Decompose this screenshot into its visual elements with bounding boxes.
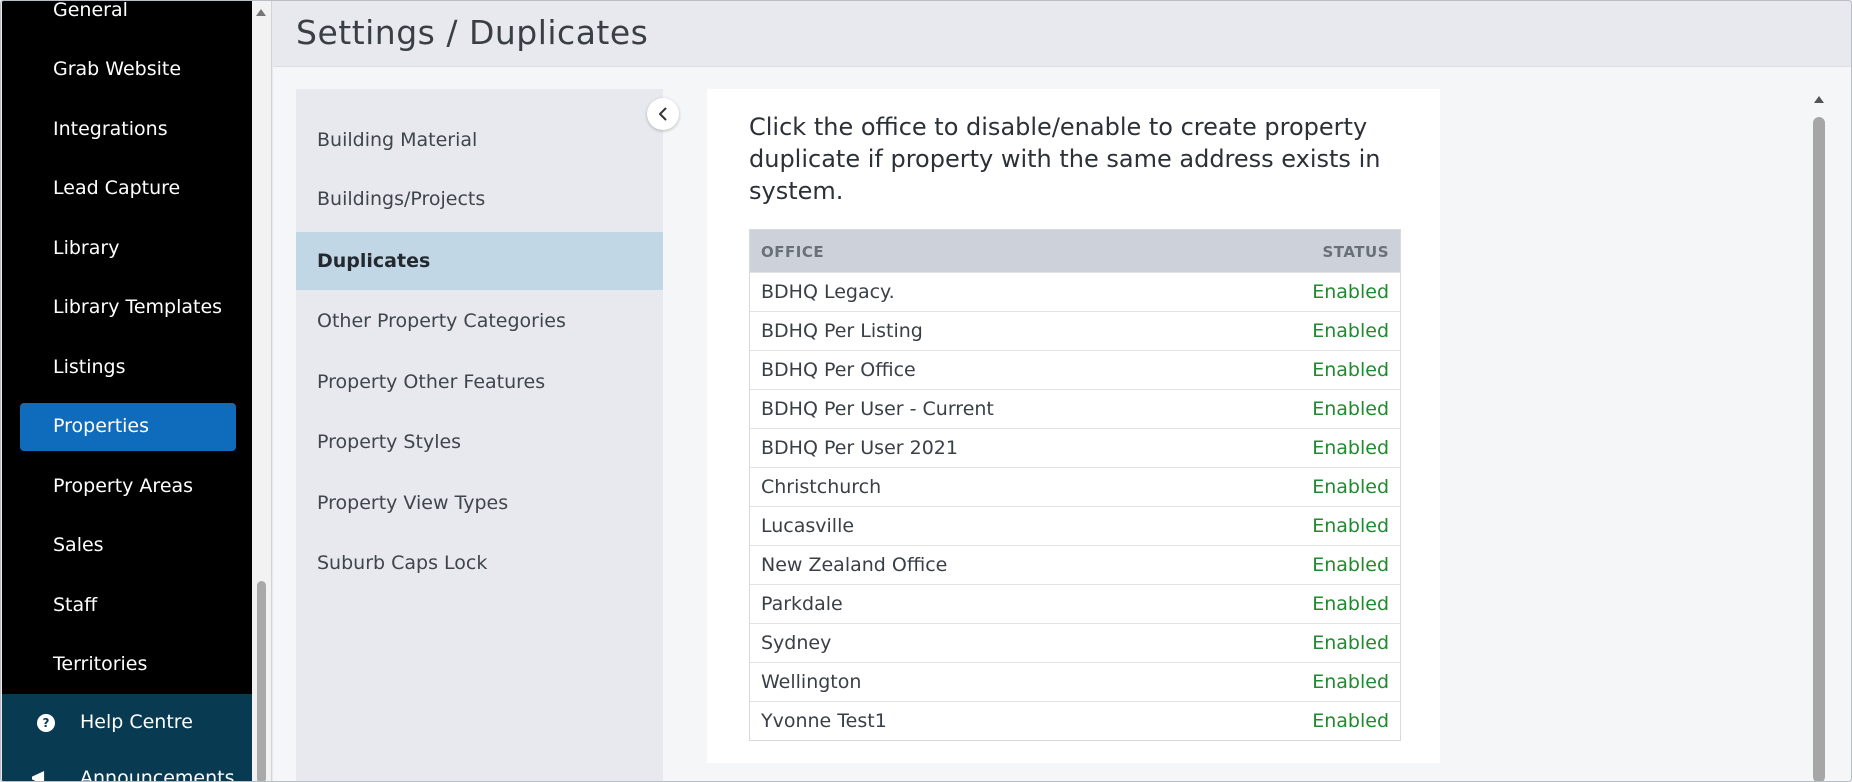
office-name: Christchurch — [761, 476, 882, 498]
submenu-item-label: Building Material — [317, 129, 478, 151]
duplicates-description: Click the office to disable/enable to cr… — [749, 113, 1381, 205]
office-name: Lucasville — [761, 515, 855, 537]
chevron-left-icon — [659, 107, 667, 121]
status-value[interactable]: Enabled — [1312, 437, 1389, 459]
status-value[interactable]: Enabled — [1312, 554, 1389, 576]
status-value[interactable]: Enabled — [1312, 359, 1389, 381]
office-name: BDHQ Per User - Current — [761, 398, 994, 420]
nav-item-listings[interactable]: Listings — [53, 356, 126, 378]
submenu-item-buildings-projects[interactable]: Buildings/Projects — [296, 170, 663, 228]
page-header: Settings / Duplicates — [273, 1, 1851, 67]
submenu-item-building-material[interactable]: Building Material — [296, 111, 663, 169]
help-centre-link[interactable]: Help Centre — [80, 711, 193, 733]
table-row[interactable]: Lucasville Enabled — [750, 506, 1400, 545]
office-column-header: OFFICE — [761, 243, 825, 261]
office-name: BDHQ Legacy. — [761, 281, 895, 303]
scroll-up-arrow-icon[interactable] — [1814, 96, 1824, 103]
office-name: Parkdale — [761, 593, 843, 615]
office-name: Wellington — [761, 671, 862, 693]
table-row[interactable]: New Zealand Office Enabled — [750, 545, 1400, 584]
submenu-item-label: Other Property Categories — [317, 310, 566, 332]
table-row[interactable]: BDHQ Per User 2021 Enabled — [750, 428, 1400, 467]
table-row[interactable]: Wellington Enabled — [750, 662, 1400, 701]
nav-item-grab-website[interactable]: Grab Website — [53, 58, 181, 80]
office-name: BDHQ Per Office — [761, 359, 916, 381]
submenu-item-label: Duplicates — [317, 250, 431, 272]
app-window: General Grab Website Integrations Lead C… — [0, 0, 1852, 782]
table-row[interactable]: BDHQ Per User - Current Enabled — [750, 389, 1400, 428]
content-scrollbar[interactable] — [1809, 89, 1829, 781]
scrollbar-thumb[interactable] — [257, 581, 266, 781]
nav-item-properties[interactable]: Properties — [53, 415, 149, 437]
table-header: OFFICE STATUS — [750, 230, 1400, 272]
status-value[interactable]: Enabled — [1312, 281, 1389, 303]
office-name: Yvonne Test1 — [761, 710, 887, 732]
table-row[interactable]: BDHQ Per Listing Enabled — [750, 311, 1400, 350]
nav-item-sales[interactable]: Sales — [53, 534, 104, 556]
sidebar-scrollbar[interactable] — [252, 1, 272, 781]
table-row[interactable]: Christchurch Enabled — [750, 467, 1400, 506]
table-row[interactable]: BDHQ Per Office Enabled — [750, 350, 1400, 389]
status-value[interactable]: Enabled — [1312, 398, 1389, 420]
nav-item-property-areas[interactable]: Property Areas — [53, 475, 193, 497]
nav-item-general[interactable]: General — [53, 1, 128, 21]
scroll-up-arrow-icon[interactable] — [256, 9, 266, 16]
table-row[interactable]: BDHQ Legacy. Enabled — [750, 272, 1400, 311]
submenu-item-label: Property Styles — [317, 431, 462, 453]
office-name: Sydney — [761, 632, 832, 654]
page-title: Settings / Duplicates — [296, 13, 649, 52]
announcements-link[interactable]: Announcements — [80, 767, 235, 781]
status-value[interactable]: Enabled — [1312, 320, 1389, 342]
office-status-table: OFFICE STATUS BDHQ Legacy. Enabled BDHQ P… — [749, 229, 1401, 741]
status-value[interactable]: Enabled — [1312, 593, 1389, 615]
status-value[interactable]: Enabled — [1312, 710, 1389, 732]
left-navigation: General Grab Website Integrations Lead C… — [2, 1, 252, 781]
status-value[interactable]: Enabled — [1312, 476, 1389, 498]
office-name: BDHQ Per User 2021 — [761, 437, 958, 459]
office-name: BDHQ Per Listing — [761, 320, 923, 342]
submenu-item-label: Property View Types — [317, 492, 509, 514]
table-row[interactable]: Parkdale Enabled — [750, 584, 1400, 623]
collapse-submenu-button[interactable] — [647, 98, 679, 130]
submenu-item-suburb-caps-lock[interactable]: Suburb Caps Lock — [296, 534, 663, 592]
nav-item-integrations[interactable]: Integrations — [53, 118, 168, 140]
help-icon: ? — [37, 714, 55, 732]
settings-submenu: Building Material Buildings/Projects Dup… — [296, 89, 663, 781]
table-row[interactable]: Yvonne Test1 Enabled — [750, 701, 1400, 740]
submenu-item-label: Property Other Features — [317, 371, 546, 393]
scrollbar-thumb[interactable] — [1813, 117, 1825, 781]
submenu-item-property-styles[interactable]: Property Styles — [296, 413, 663, 471]
duplicates-card: Click the office to disable/enable to cr… — [707, 89, 1440, 763]
nav-item-library[interactable]: Library — [53, 237, 119, 259]
status-value[interactable]: Enabled — [1312, 515, 1389, 537]
table-row[interactable]: Sydney Enabled — [750, 623, 1400, 662]
submenu-item-label: Suburb Caps Lock — [317, 552, 488, 574]
status-value[interactable]: Enabled — [1312, 671, 1389, 693]
office-name: New Zealand Office — [761, 554, 948, 576]
status-column-header: STATUS — [1322, 243, 1389, 261]
submenu-item-property-view-types[interactable]: Property View Types — [296, 474, 663, 532]
status-value[interactable]: Enabled — [1312, 632, 1389, 654]
submenu-item-property-other-features[interactable]: Property Other Features — [296, 353, 663, 411]
nav-item-lead-capture[interactable]: Lead Capture — [53, 177, 180, 199]
submenu-item-duplicates[interactable]: Duplicates — [296, 232, 663, 290]
nav-item-library-templates[interactable]: Library Templates — [53, 296, 222, 318]
nav-item-staff[interactable]: Staff — [53, 594, 97, 616]
submenu-item-other-property-categories[interactable]: Other Property Categories — [296, 292, 663, 350]
submenu-item-label: Buildings/Projects — [317, 188, 486, 210]
nav-item-territories[interactable]: Territories — [53, 653, 147, 675]
